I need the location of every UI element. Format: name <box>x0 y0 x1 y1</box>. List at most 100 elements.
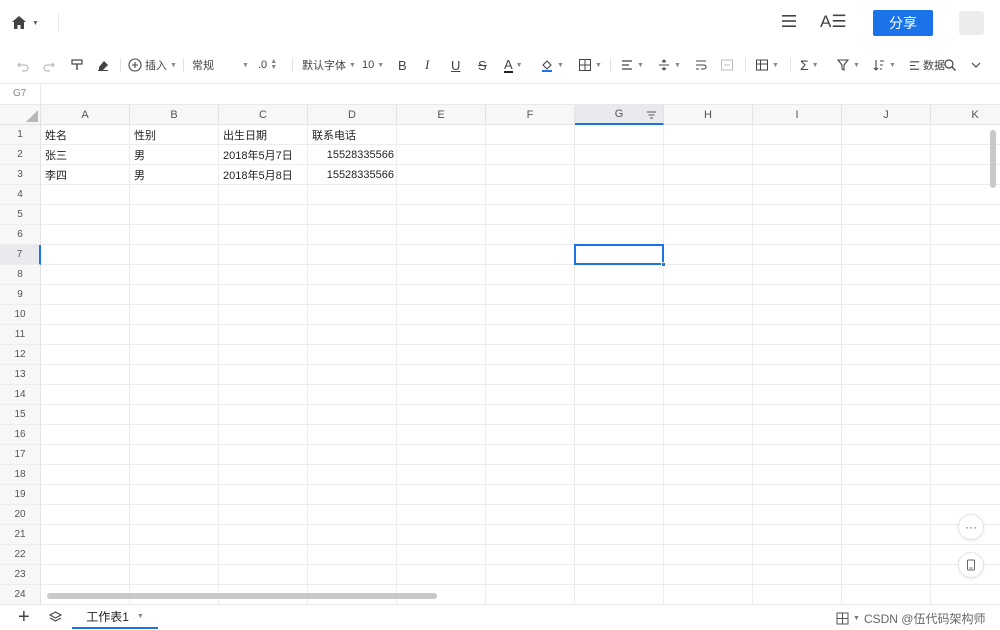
row-header-12[interactable]: 12 <box>0 345 41 365</box>
column-header-i[interactable]: I <box>753 105 842 125</box>
row-header-11[interactable]: 11 <box>0 325 41 345</box>
merge-cells-button[interactable] <box>720 56 734 74</box>
mobile-view-button[interactable] <box>958 552 984 578</box>
cell-c2[interactable]: 2018年5月7日 <box>219 145 308 165</box>
row-header-7[interactable]: 7 <box>0 245 41 265</box>
sheet-tab[interactable]: 工作表1 ▼ <box>72 605 158 629</box>
font-size-select[interactable]: 10 ▼ <box>362 56 384 74</box>
row-header-20[interactable]: 20 <box>0 505 41 525</box>
cell-a2[interactable]: 张三 <box>41 145 130 165</box>
strikethrough-button[interactable]: S <box>478 56 487 74</box>
sum-button[interactable]: Σ ▼ <box>800 56 819 74</box>
vertical-scrollbar[interactable] <box>990 130 996 188</box>
row-header-14[interactable]: 14 <box>0 385 41 405</box>
format-painter-button[interactable] <box>70 56 84 74</box>
column-header-h[interactable]: H <box>664 105 753 125</box>
row-header-9[interactable]: 9 <box>0 285 41 305</box>
sheet-list-button[interactable] <box>48 610 63 630</box>
cell-b3[interactable]: 男 <box>130 165 219 185</box>
redo-button[interactable] <box>42 56 56 74</box>
toolbar-expand-button[interactable] <box>970 56 982 74</box>
row-header-24[interactable]: 24 <box>0 585 41 605</box>
menu-button[interactable] <box>780 12 802 34</box>
number-format-select[interactable]: 常规 ▼ <box>192 56 249 74</box>
freeze-button[interactable]: ▼ <box>755 56 779 74</box>
column-header-j[interactable]: J <box>842 105 931 125</box>
row-header-13[interactable]: 13 <box>0 365 41 385</box>
row-header-6[interactable]: 6 <box>0 225 41 245</box>
column-header-g[interactable]: G <box>575 105 664 125</box>
row-header-4[interactable]: 4 <box>0 185 41 205</box>
chevron-down-icon: ▼ <box>674 61 681 69</box>
clear-format-button[interactable] <box>96 56 110 74</box>
vertical-align-button[interactable]: ▼ <box>657 56 681 74</box>
home-button[interactable]: ▼ <box>10 12 46 34</box>
column-header-a[interactable]: A <box>41 105 130 125</box>
cell-d1[interactable]: 联系电话 <box>308 125 397 145</box>
more-options-button[interactable]: ··· <box>958 514 984 540</box>
insert-label: 插入 <box>145 60 167 72</box>
insert-menu[interactable]: 插入 ▼ <box>128 56 177 74</box>
row-header-1[interactable]: 1 <box>0 125 41 145</box>
row-header-3[interactable]: 3 <box>0 165 41 185</box>
cell-d3[interactable]: 15528335566 <box>308 165 397 185</box>
cell-d2[interactable]: 15528335566 <box>308 145 397 165</box>
cell-a3[interactable]: 李四 <box>41 165 130 185</box>
row-header-10[interactable]: 10 <box>0 305 41 325</box>
column-filter-icon[interactable] <box>646 110 657 121</box>
row-header-22[interactable]: 22 <box>0 545 41 565</box>
cell-reference[interactable]: G7 <box>13 88 26 99</box>
font-color-button[interactable]: A ▼ <box>504 56 523 74</box>
grid-view-icon[interactable] <box>836 612 849 625</box>
italic-button[interactable]: I <box>425 56 429 74</box>
decimal-stepper[interactable]: .0 ▲ ▼ <box>258 56 277 74</box>
borders-button[interactable]: ▼ <box>578 56 602 74</box>
undo-button[interactable] <box>16 56 30 74</box>
row-header-23[interactable]: 23 <box>0 565 41 585</box>
cell-c1[interactable]: 出生日期 <box>219 125 308 145</box>
text-style-button[interactable]: A☰ <box>820 12 847 34</box>
column-header-e[interactable]: E <box>397 105 486 125</box>
column-header-d[interactable]: D <box>308 105 397 125</box>
share-button[interactable]: 分享 <box>873 10 933 36</box>
underline-button[interactable]: U <box>451 56 460 74</box>
horizontal-scrollbar[interactable] <box>47 593 437 599</box>
grid-line <box>41 484 1000 485</box>
avatar[interactable] <box>959 11 984 35</box>
column-header-b[interactable]: B <box>130 105 219 125</box>
select-all-corner[interactable] <box>0 105 41 125</box>
font-family-select[interactable]: 默认字体 ▼ <box>302 56 356 74</box>
column-header-f[interactable]: F <box>486 105 575 125</box>
data-menu[interactable]: 数据 <box>908 56 945 74</box>
row-header-16[interactable]: 16 <box>0 425 41 445</box>
cell-a1[interactable]: 姓名 <box>41 125 130 145</box>
row-header-8[interactable]: 8 <box>0 265 41 285</box>
toolbar: 插入 ▼ 常规 ▼ .0 ▲ ▼ 默认字体 ▼ 10 ▼ B I U S A ▼ … <box>0 46 1000 84</box>
row-header-2[interactable]: 2 <box>0 145 41 165</box>
fill-handle[interactable] <box>661 262 666 267</box>
column-header-c[interactable]: C <box>219 105 308 125</box>
search-button[interactable] <box>943 56 957 74</box>
row-header-15[interactable]: 15 <box>0 405 41 425</box>
row-header-18[interactable]: 18 <box>0 465 41 485</box>
fill-color-button[interactable]: ▼ <box>540 56 564 74</box>
column-header-k[interactable]: K <box>931 105 1000 125</box>
divider <box>790 58 791 72</box>
spreadsheet-grid[interactable]: A B C D E F G H I J K 1 2 3 4 5 6 7 8 9 10 11 12 13 14 15 16 17 18 19… <box>0 105 1000 605</box>
row-header-21[interactable]: 21 <box>0 525 41 545</box>
cell-b1[interactable]: 性别 <box>130 125 219 145</box>
grid-line <box>41 344 1000 345</box>
sort-button[interactable]: ▼ <box>872 56 896 74</box>
number-format-label: 常规 <box>192 60 214 72</box>
cell-b2[interactable]: 男 <box>130 145 219 165</box>
wrap-text-button[interactable] <box>694 56 708 74</box>
add-sheet-button[interactable]: + <box>18 607 30 627</box>
align-button[interactable]: ▼ <box>620 56 644 74</box>
filter-button[interactable]: ▼ <box>836 56 860 74</box>
row-header-19[interactable]: 19 <box>0 485 41 505</box>
selected-cell-outline[interactable] <box>574 244 664 265</box>
cell-c3[interactable]: 2018年5月8日 <box>219 165 308 185</box>
bold-button[interactable]: B <box>398 56 407 74</box>
row-header-5[interactable]: 5 <box>0 205 41 225</box>
row-header-17[interactable]: 17 <box>0 445 41 465</box>
